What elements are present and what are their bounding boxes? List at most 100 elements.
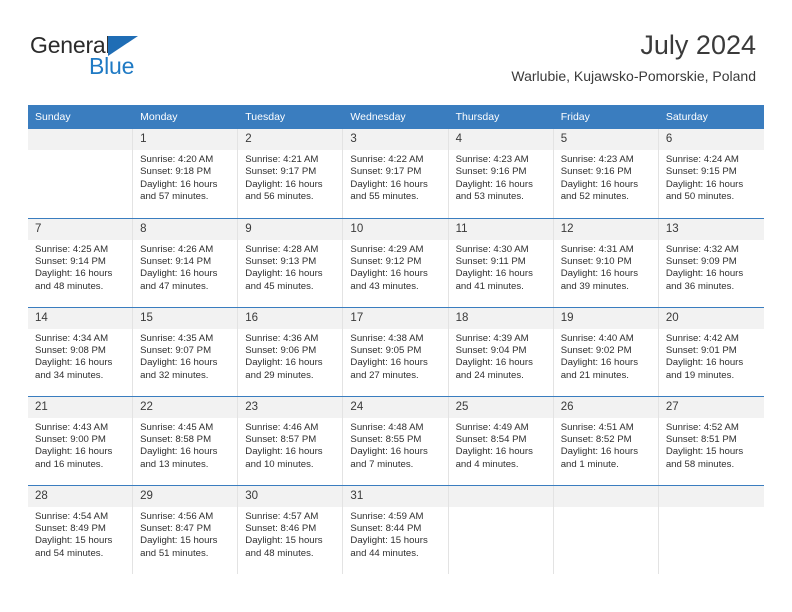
day-details: Sunrise: 4:56 AM Sunset: 8:47 PM Daylight:…: [133, 507, 237, 561]
sunrise-text: Sunrise: 4:22 AM: [350, 154, 424, 165]
calendar-day[interactable]: 30 Sunrise: 4:57 AM Sunset: 8:46 PM Dayligh…: [238, 485, 344, 574]
daylight-text: Daylight: 16 hours and 4 minutes.: [455, 446, 533, 470]
calendar-day-empty: [448, 485, 554, 574]
calendar-day[interactable]: 18 Sunrise: 4:39 AM Sunset: 9:04 PM Dayligh…: [448, 307, 554, 396]
calendar-cell: 27 Sunrise: 4:52 AM Sunset: 8:51 PM Dayligh…: [658, 395, 764, 485]
calendar-day[interactable]: 28 Sunrise: 4:54 AM Sunset: 8:49 PM Dayligh…: [28, 485, 134, 574]
day-details: Sunrise: 4:51 AM Sunset: 8:52 PM Daylight:…: [554, 418, 658, 472]
day-number: 11: [448, 218, 553, 240]
calendar-day[interactable]: 4 Sunrise: 4:23 AM Sunset: 9:16 PM Daylight…: [448, 129, 554, 218]
sunrise-text: Sunrise: 4:23 AM: [455, 154, 529, 165]
calendar-day[interactable]: 23 Sunrise: 4:46 AM Sunset: 8:57 PM Dayligh…: [238, 396, 344, 485]
page-title: July 2024: [640, 30, 756, 60]
day-number: 31: [343, 485, 448, 507]
day-number: 20: [658, 307, 764, 329]
calendar-day[interactable]: 14 Sunrise: 4:34 AM Sunset: 9:08 PM Dayligh…: [28, 307, 134, 396]
weekday-header-wednesday: Wednesday: [343, 105, 449, 129]
sunset-text: Sunset: 8:58 PM: [140, 433, 212, 445]
calendar-week-row: 14 Sunrise: 4:34 AM Sunset: 9:08 PM Dayligh…: [28, 306, 764, 396]
calendar-cell: 9 Sunrise: 4:28 AM Sunset: 9:13 PM Daylight…: [238, 217, 344, 307]
day-number: 14: [28, 307, 133, 329]
day-number: [658, 485, 764, 507]
daylight-text: Daylight: 15 hours and 54 minutes.: [35, 535, 113, 559]
day-details: Sunrise: 4:29 AM Sunset: 9:12 PM Daylight:…: [343, 240, 447, 294]
calendar-day[interactable]: 19 Sunrise: 4:40 AM Sunset: 9:02 PM Dayligh…: [553, 307, 659, 396]
sunrise-text: Sunrise: 4:23 AM: [560, 154, 634, 165]
day-details: Sunrise: 4:31 AM Sunset: 9:10 PM Daylight:…: [554, 240, 658, 294]
day-number: 6: [658, 129, 764, 150]
weekday-header-saturday: Saturday: [658, 105, 764, 129]
general-blue-logo[interactable]: General Blue: [30, 34, 230, 80]
sunrise-text: Sunrise: 4:30 AM: [455, 243, 529, 255]
calendar-day[interactable]: 7 Sunrise: 4:25 AM Sunset: 9:14 PM Daylight…: [28, 218, 134, 307]
calendar-week-row: 21 Sunrise: 4:43 AM Sunset: 9:00 PM Dayligh…: [28, 395, 764, 485]
calendar-day[interactable]: 26 Sunrise: 4:51 AM Sunset: 8:52 PM Dayligh…: [553, 396, 659, 485]
calendar-day[interactable]: 16 Sunrise: 4:36 AM Sunset: 9:06 PM Dayligh…: [238, 307, 344, 396]
calendar-day[interactable]: 12 Sunrise: 4:31 AM Sunset: 9:10 PM Dayligh…: [553, 218, 659, 307]
calendar-cell: 25 Sunrise: 4:49 AM Sunset: 8:54 PM Dayligh…: [448, 395, 554, 485]
calendar-day[interactable]: 1 Sunrise: 4:20 AM Sunset: 9:18 PM Daylight…: [133, 129, 239, 218]
day-number: 13: [658, 218, 764, 240]
day-details: Sunrise: 4:40 AM Sunset: 9:02 PM Daylight:…: [554, 329, 658, 383]
daylight-text: Daylight: 16 hours and 52 minutes.: [560, 178, 639, 203]
calendar-day[interactable]: 11 Sunrise: 4:30 AM Sunset: 9:11 PM Dayligh…: [448, 218, 554, 307]
calendar-cell: 26 Sunrise: 4:51 AM Sunset: 8:52 PM Dayligh…: [553, 395, 659, 485]
daylight-text: Daylight: 16 hours and 10 minutes.: [245, 446, 323, 470]
day-details: Sunrise: 4:42 AM Sunset: 9:01 PM Daylight:…: [659, 329, 764, 383]
calendar-day[interactable]: 8 Sunrise: 4:26 AM Sunset: 9:14 PM Daylight…: [133, 218, 239, 307]
sunrise-text: Sunrise: 4:32 AM: [665, 243, 739, 255]
calendar-day[interactable]: 10 Sunrise: 4:29 AM Sunset: 9:12 PM Dayligh…: [343, 218, 449, 307]
sunrise-text: Sunrise: 4:20 AM: [140, 154, 214, 165]
day-number: 21: [28, 396, 133, 418]
sunrise-text: Sunrise: 4:59 AM: [350, 510, 424, 522]
weekday-header-tuesday: Tuesday: [238, 105, 344, 129]
calendar-day[interactable]: 24 Sunrise: 4:48 AM Sunset: 8:55 PM Dayligh…: [343, 396, 449, 485]
day-details: Sunrise: 4:38 AM Sunset: 9:05 PM Daylight:…: [343, 329, 447, 383]
day-details: Sunrise: 4:49 AM Sunset: 8:54 PM Daylight:…: [449, 418, 553, 472]
day-details: Sunrise: 4:46 AM Sunset: 8:57 PM Daylight:…: [238, 418, 342, 472]
calendar-day[interactable]: 13 Sunrise: 4:32 AM Sunset: 9:09 PM Dayligh…: [658, 218, 764, 307]
calendar-day[interactable]: 27 Sunrise: 4:52 AM Sunset: 8:51 PM Dayligh…: [658, 396, 764, 485]
calendar-day[interactable]: 2 Sunrise: 4:21 AM Sunset: 9:17 PM Daylight…: [238, 129, 344, 218]
calendar-day[interactable]: 3 Sunrise: 4:22 AM Sunset: 9:17 PM Daylight…: [343, 129, 449, 218]
calendar-day[interactable]: 6 Sunrise: 4:24 AM Sunset: 9:15 PM Daylight…: [658, 129, 764, 218]
calendar-cell: 13 Sunrise: 4:32 AM Sunset: 9:09 PM Dayligh…: [658, 217, 764, 307]
daylight-text: Daylight: 16 hours and 41 minutes.: [455, 268, 533, 292]
day-number: 10: [343, 218, 448, 240]
daylight-text: Daylight: 16 hours and 47 minutes.: [140, 268, 218, 292]
calendar-cell: 21 Sunrise: 4:43 AM Sunset: 9:00 PM Dayligh…: [28, 395, 134, 485]
calendar-day[interactable]: 15 Sunrise: 4:35 AM Sunset: 9:07 PM Dayligh…: [133, 307, 239, 396]
day-details: Sunrise: 4:39 AM Sunset: 9:04 PM Daylight:…: [449, 329, 553, 383]
calendar-cell: 20 Sunrise: 4:42 AM Sunset: 9:01 PM Dayligh…: [658, 306, 764, 396]
sunset-text: Sunset: 9:17 PM: [245, 166, 317, 178]
calendar-day[interactable]: 29 Sunrise: 4:56 AM Sunset: 8:47 PM Dayligh…: [133, 485, 239, 574]
daylight-text: Daylight: 16 hours and 45 minutes.: [245, 268, 323, 292]
calendar-day[interactable]: 17 Sunrise: 4:38 AM Sunset: 9:05 PM Dayligh…: [343, 307, 449, 396]
sunrise-text: Sunrise: 4:42 AM: [665, 332, 739, 344]
sunrise-text: Sunrise: 4:38 AM: [350, 332, 424, 344]
calendar-cell: 1 Sunrise: 4:20 AM Sunset: 9:18 PM Daylight…: [133, 129, 239, 218]
daylight-text: Daylight: 16 hours and 48 minutes.: [35, 268, 113, 292]
daylight-text: Daylight: 16 hours and 7 minutes.: [350, 446, 428, 470]
calendar-day[interactable]: 22 Sunrise: 4:45 AM Sunset: 8:58 PM Dayligh…: [133, 396, 239, 485]
calendar-day[interactable]: 5 Sunrise: 4:23 AM Sunset: 9:16 PM Daylight…: [553, 129, 659, 218]
weekday-header-thursday: Thursday: [448, 105, 554, 129]
sunset-text: Sunset: 8:54 PM: [455, 433, 527, 445]
sunset-text: Sunset: 9:11 PM: [455, 255, 526, 267]
calendar-cell: 29 Sunrise: 4:56 AM Sunset: 8:47 PM Dayligh…: [133, 484, 239, 574]
calendar-cell: 6 Sunrise: 4:24 AM Sunset: 9:15 PM Daylight…: [658, 129, 764, 218]
sunrise-text: Sunrise: 4:34 AM: [35, 332, 109, 344]
calendar-day[interactable]: 21 Sunrise: 4:43 AM Sunset: 9:00 PM Dayligh…: [28, 396, 134, 485]
calendar-cell: 24 Sunrise: 4:48 AM Sunset: 8:55 PM Dayligh…: [343, 395, 449, 485]
calendar-day[interactable]: 31 Sunrise: 4:59 AM Sunset: 8:44 PM Dayligh…: [343, 485, 449, 574]
sunset-text: Sunset: 8:55 PM: [350, 433, 422, 445]
sunset-text: Sunset: 9:18 PM: [140, 166, 212, 178]
sunrise-text: Sunrise: 4:29 AM: [350, 243, 424, 255]
calendar-cell: 28 Sunrise: 4:54 AM Sunset: 8:49 PM Dayligh…: [28, 484, 134, 574]
calendar-day[interactable]: 25 Sunrise: 4:49 AM Sunset: 8:54 PM Dayligh…: [448, 396, 554, 485]
day-details: Sunrise: 4:43 AM Sunset: 9:00 PM Daylight:…: [28, 418, 132, 472]
calendar-day[interactable]: 9 Sunrise: 4:28 AM Sunset: 9:13 PM Daylight…: [238, 218, 344, 307]
sunset-text: Sunset: 9:04 PM: [455, 344, 527, 356]
calendar-day[interactable]: 20 Sunrise: 4:42 AM Sunset: 9:01 PM Dayligh…: [658, 307, 764, 396]
calendar-cell: 23 Sunrise: 4:46 AM Sunset: 8:57 PM Dayligh…: [238, 395, 344, 485]
